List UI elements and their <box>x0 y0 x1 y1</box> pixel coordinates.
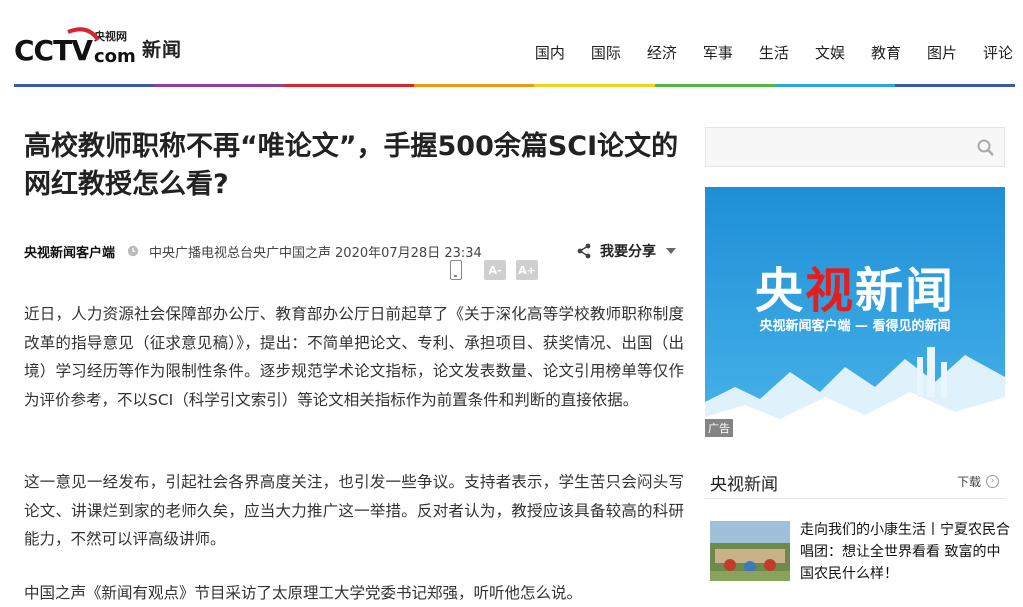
ad-tag: 广告 <box>705 419 733 437</box>
reading-tools: A- A+ <box>450 260 538 280</box>
clock-icon <box>127 245 139 257</box>
article-paragraph: 中国之声《新闻有观点》节目采访了太原理工大学党委书记郑强，听听他怎么说。 <box>24 584 583 602</box>
nav-item[interactable]: 国际 <box>591 42 621 63</box>
cctv-logo[interactable]: 央视网 CCTV com 新闻 <box>14 26 182 66</box>
mobile-phone-icon[interactable] <box>450 260 462 280</box>
chevron-right-icon: › <box>986 475 999 488</box>
article-paragraph: 近日，人力资源社会保障部办公厅、教育部办公厅日前起草了《关于深化高等学校教师职称… <box>24 305 684 409</box>
logo-top-text: 央视网 <box>94 29 127 43</box>
nav-item[interactable]: 经济 <box>647 42 677 63</box>
chevron-down-icon <box>666 248 676 254</box>
sidebar-section-title: 央视新闻 <box>710 475 778 495</box>
rainbow-segment <box>654 84 775 87</box>
font-smaller-button[interactable]: A- <box>484 260 506 280</box>
nav-item[interactable]: 图片 <box>927 42 957 63</box>
logo-cctv-text: CCTV <box>14 34 93 66</box>
site-header: 央视网 CCTV com 新闻 国内 国际 经济 军事 生活 文娱 教育 图片 评论 <box>0 0 1023 88</box>
rainbow-segment <box>894 84 1015 87</box>
list-item[interactable] <box>710 600 1005 607</box>
download-label: 下载 <box>956 475 981 489</box>
ad-title-glyph: 新 <box>855 263 906 319</box>
rainbow-divider <box>14 84 1015 87</box>
search-icon[interactable] <box>976 138 996 158</box>
share-button[interactable]: 我要分享 <box>576 240 676 262</box>
nav-item[interactable]: 评论 <box>983 42 1013 63</box>
list-item[interactable]: 走向我们的小康生活丨宁夏农民合唱团：想让全世界看看 致富的中国农民什么样！ <box>710 521 1010 583</box>
article-title: 高校教师职称不再“唯论文”，手握500余篇SCI论文的网红教授怎么看? <box>24 131 679 200</box>
nav-item[interactable]: 国内 <box>535 42 565 63</box>
news-thumbnail <box>710 521 790 581</box>
logo-com-text: com <box>94 46 136 66</box>
share-icon <box>577 243 591 259</box>
rainbow-segment <box>414 84 535 87</box>
nav-item[interactable]: 生活 <box>759 42 789 63</box>
sidebar-section-header: 央视新闻 下载 › <box>705 463 1005 499</box>
article-time: 2020年07月28日 23:34 <box>335 245 482 261</box>
article-paragraph: 这一意见一经发布，引起社会各界高度关注，也引发一些争议。支持者表示，学生苦只会闷… <box>24 473 684 548</box>
cctv-logo-mark: 央视网 CCTV com <box>14 27 136 66</box>
article-outlet: 中央广播电视总台央广中国之声 <box>149 245 332 261</box>
news-thumbnail <box>710 600 790 607</box>
nav-item[interactable]: 军事 <box>703 42 733 63</box>
rainbow-segment <box>774 84 895 87</box>
logo-news-label: 新闻 <box>142 39 183 61</box>
rainbow-segment <box>534 84 655 87</box>
ad-title: 央视新闻 <box>705 251 1005 321</box>
ad-title-glyph: 视 <box>804 263 855 319</box>
nav-item[interactable]: 文娱 <box>815 42 845 63</box>
search-input[interactable] <box>706 128 966 166</box>
search-box <box>705 127 1005 167</box>
ad-title-glyph: 闻 <box>905 263 956 319</box>
news-headline[interactable]: 走向我们的小康生活丨宁夏农民合唱团：想让全世界看看 致富的中国农民什么样！ <box>800 519 1010 585</box>
rainbow-segment <box>154 84 285 87</box>
nav-item[interactable]: 教育 <box>871 42 901 63</box>
rainbow-segment <box>284 84 415 87</box>
download-link[interactable]: 下载 › <box>957 473 999 490</box>
article-source[interactable]: 央视新闻客户端 <box>24 242 115 261</box>
ad-subtitle: 央视新闻客户端 — 看得见的新闻 <box>759 319 951 334</box>
share-label: 我要分享 <box>600 244 656 260</box>
font-larger-button[interactable]: A+ <box>516 260 538 280</box>
main-nav: 国内 国际 经济 军事 生活 文娱 教育 图片 评论 <box>509 42 1013 63</box>
ad-banner[interactable]: 央视新闻 央视新闻客户端 — 看得见的新闻 广告 <box>705 187 1005 437</box>
rainbow-segment <box>14 84 155 87</box>
ad-title-glyph: 央 <box>754 263 805 319</box>
